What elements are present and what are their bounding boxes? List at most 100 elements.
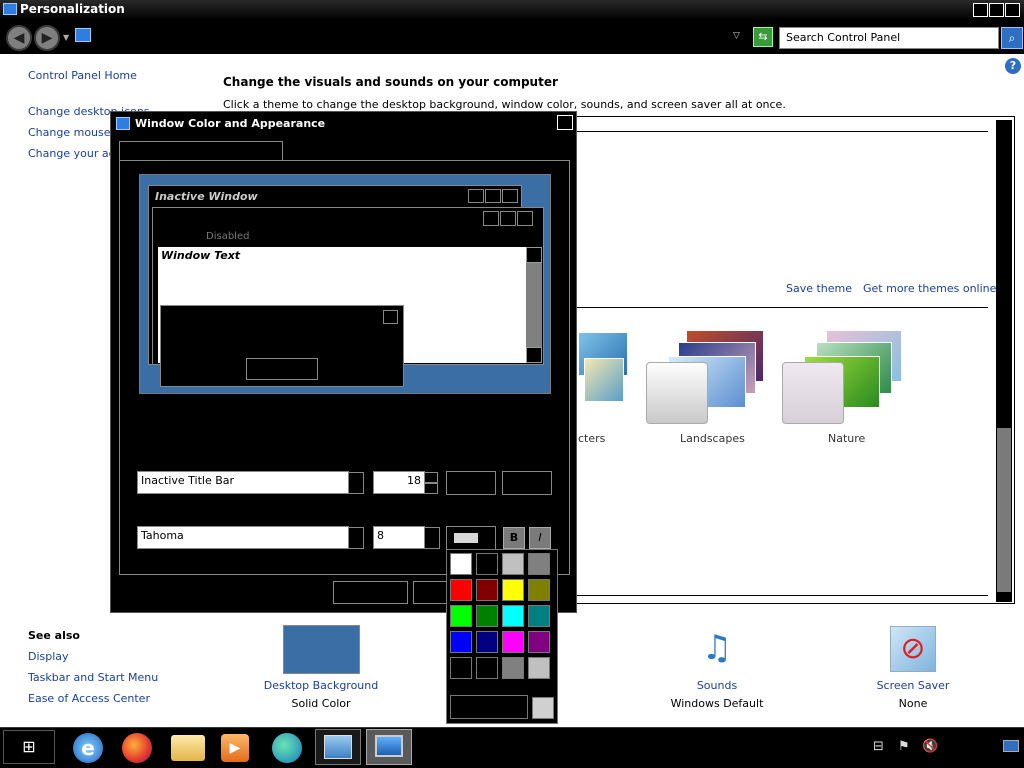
- size-spin-down[interactable]: [424, 483, 438, 494]
- show-desktop-icon[interactable]: [1003, 740, 1019, 752]
- firefox-icon[interactable]: [122, 733, 152, 763]
- theme-nature[interactable]: [782, 328, 906, 426]
- save-theme-link[interactable]: Save theme: [786, 282, 852, 295]
- desktop-background-swatch[interactable]: [283, 625, 360, 674]
- color-swatch[interactable]: [528, 553, 550, 575]
- italic-button[interactable]: I: [529, 527, 551, 549]
- color-swatch[interactable]: [476, 579, 498, 601]
- search-icon[interactable]: ⌕: [1001, 27, 1023, 49]
- internet-explorer-icon[interactable]: e: [73, 733, 103, 763]
- item-color2-button[interactable]: [502, 471, 552, 495]
- desktop-background-value: Solid Color: [291, 697, 351, 710]
- color-swatch[interactable]: [502, 579, 524, 601]
- action-center-flag-icon[interactable]: ⚑: [898, 739, 910, 754]
- window-title: Personalization: [20, 2, 125, 16]
- theme-landscapes-label[interactable]: Landscapes: [680, 432, 745, 445]
- color-swatch[interactable]: [450, 579, 472, 601]
- address-icon: [75, 28, 91, 42]
- item-select[interactable]: Inactive Title Bar: [137, 471, 349, 494]
- custom-color-swatch[interactable]: [532, 697, 554, 719]
- sounds-value: Windows Default: [670, 697, 764, 710]
- address-dropdown-icon[interactable]: ▽: [733, 31, 740, 41]
- file-explorer-icon[interactable]: [171, 735, 205, 761]
- tab-appearance[interactable]: [119, 141, 283, 161]
- ok-button[interactable]: [333, 581, 408, 604]
- preview-close-icon: [517, 211, 533, 226]
- item-dropdown-button[interactable]: [348, 472, 364, 494]
- window-color-dialog: Window Color and Appearance Inactive Win…: [110, 111, 577, 613]
- preview-ok-button: [246, 358, 318, 380]
- preview-close-icon: [502, 189, 518, 203]
- color-swatch[interactable]: [528, 605, 550, 627]
- bold-button[interactable]: B: [503, 527, 525, 549]
- dialog-title: Window Color and Appearance: [135, 117, 326, 130]
- media-player-icon[interactable]: ▶: [221, 734, 249, 762]
- color-swatch[interactable]: [528, 579, 550, 601]
- screen-saver-link[interactable]: Screen Saver: [852, 679, 974, 692]
- theme-landscapes[interactable]: [646, 328, 770, 426]
- color-swatch[interactable]: [450, 553, 472, 575]
- font-dropdown-button[interactable]: [348, 527, 364, 549]
- recent-pages-icon[interactable]: ▼: [63, 33, 69, 42]
- network-icon[interactable]: ⊟: [873, 739, 884, 754]
- taskbar-start-menu-link[interactable]: Taskbar and Start Menu: [28, 671, 158, 684]
- dialog-close-button[interactable]: [557, 115, 573, 130]
- color-swatch[interactable]: [476, 553, 498, 575]
- font-select[interactable]: Tahoma: [137, 526, 349, 549]
- theme-scrollbar[interactable]: [996, 120, 1012, 602]
- desktop-background-link[interactable]: Desktop Background: [260, 679, 382, 692]
- color-swatch[interactable]: [450, 631, 472, 653]
- theme-preview-image: [584, 358, 624, 402]
- font-size-input[interactable]: 8: [373, 526, 425, 549]
- minimize-button[interactable]: [973, 3, 988, 17]
- page-heading: Change the visuals and sounds on your co…: [223, 75, 558, 89]
- edge-icon[interactable]: [272, 733, 302, 763]
- item-size-input[interactable]: 18: [373, 471, 425, 494]
- ease-of-access-link[interactable]: Ease of Access Center: [28, 692, 150, 705]
- theme-nature-label[interactable]: Nature: [828, 432, 865, 445]
- window-text-label: Window Text: [161, 249, 241, 262]
- color-swatch[interactable]: [450, 605, 472, 627]
- theme-characters-label[interactable]: cters: [578, 432, 605, 445]
- get-more-themes-link[interactable]: Get more themes online: [863, 282, 996, 295]
- font-size-dropdown-button[interactable]: [424, 527, 440, 549]
- sounds-link[interactable]: Sounds: [656, 679, 778, 692]
- taskbar-control-panel-button[interactable]: [315, 729, 361, 765]
- color-swatch[interactable]: [502, 553, 524, 575]
- back-button[interactable]: ◀: [6, 25, 32, 51]
- start-button[interactable]: ⊞: [3, 730, 55, 764]
- color-swatch[interactable]: [528, 631, 550, 653]
- forward-button[interactable]: ▶: [34, 25, 60, 51]
- control-panel-home-link[interactable]: Control Panel Home: [28, 69, 137, 82]
- sounds-icon[interactable]: ♫: [694, 626, 740, 672]
- color-swatch[interactable]: [502, 605, 524, 627]
- help-icon[interactable]: ?: [1005, 58, 1021, 74]
- color-swatch[interactable]: [502, 631, 524, 653]
- other-colors-button[interactable]: [450, 695, 528, 719]
- taskbar-personalization-button[interactable]: [366, 729, 412, 765]
- maximize-button[interactable]: [989, 3, 1004, 17]
- refresh-icon[interactable]: ⇆: [753, 27, 773, 47]
- item-color1-button[interactable]: [446, 471, 496, 495]
- preview-max-icon: [500, 211, 516, 226]
- scrollbar-thumb[interactable]: [997, 428, 1011, 592]
- font-color-swatch: [454, 533, 478, 543]
- display-link[interactable]: Display: [28, 650, 69, 663]
- disabled-menu-item: Disabled: [206, 231, 250, 242]
- screen-saver-icon[interactable]: ⊘: [890, 626, 936, 672]
- color-swatch[interactable]: [502, 657, 524, 679]
- font-color-button[interactable]: [446, 526, 496, 550]
- appearance-preview: Inactive Window Disabled Window Text: [139, 174, 551, 394]
- color-swatch[interactable]: [528, 657, 550, 679]
- color-swatch[interactable]: [476, 605, 498, 627]
- search-input[interactable]: Search Control Panel: [779, 27, 999, 49]
- volume-muted-icon[interactable]: 🔇: [922, 739, 938, 754]
- taskbar: [0, 727, 1024, 768]
- theme-characters[interactable]: [578, 332, 630, 406]
- preview-min-icon: [468, 189, 484, 203]
- color-swatch[interactable]: [476, 657, 498, 679]
- size-spin-up[interactable]: [424, 472, 438, 483]
- color-swatch[interactable]: [476, 631, 498, 653]
- close-button[interactable]: [1005, 3, 1020, 17]
- color-swatch[interactable]: [450, 657, 472, 679]
